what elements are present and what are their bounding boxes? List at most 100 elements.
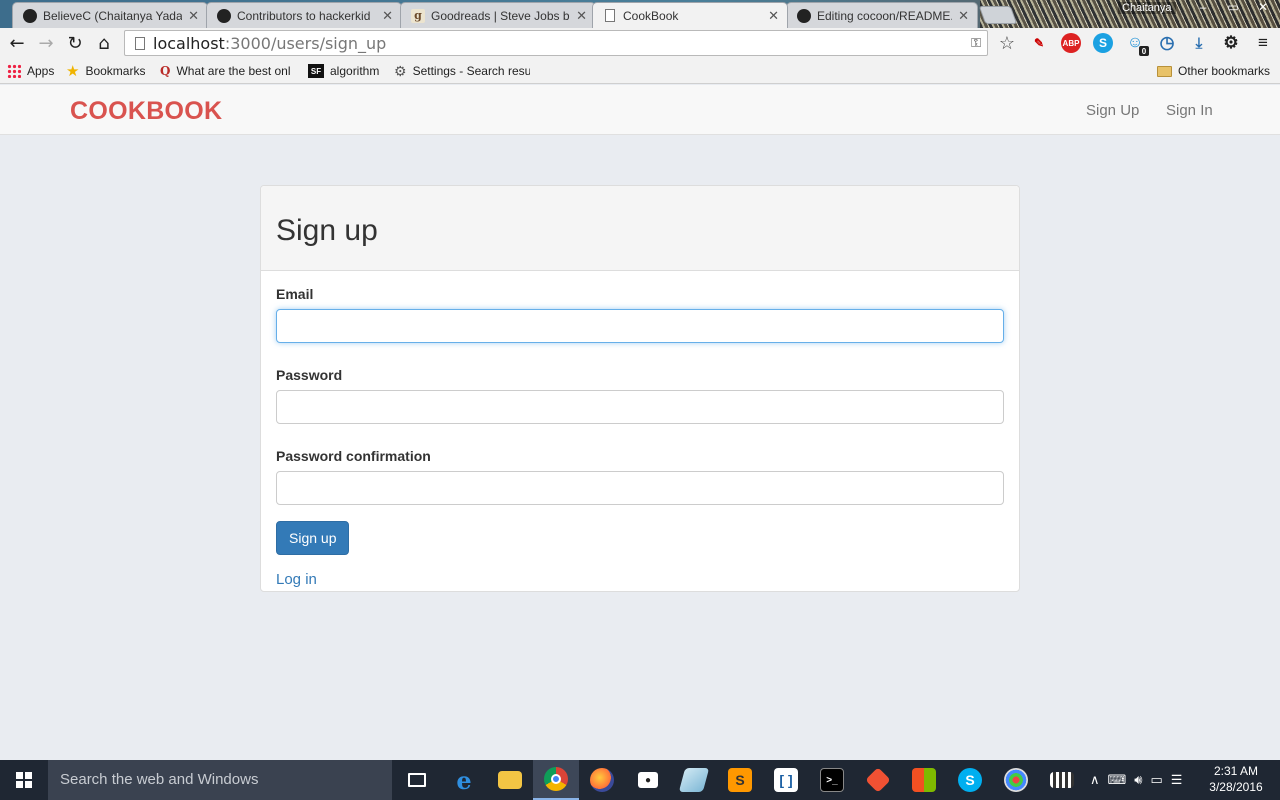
close-icon[interactable]: ✕	[188, 8, 199, 24]
sf-icon: SF	[308, 64, 324, 78]
forward-icon[interactable]: →	[34, 31, 58, 55]
close-icon[interactable]: ✕	[958, 8, 969, 24]
password-field[interactable]	[276, 390, 1004, 424]
start-button[interactable]	[0, 760, 48, 800]
clock-time: 2:31 AM	[1213, 764, 1259, 778]
sublime-icon[interactable]: S	[717, 760, 763, 800]
reload-icon[interactable]: ↻	[63, 31, 87, 55]
gear-icon: ⚙	[394, 62, 407, 79]
browser-toolbar: ← → ↻ ⌂ localhost:3000/users/sign_up ⚿ ☆…	[0, 28, 1280, 58]
home-icon[interactable]: ⌂	[92, 31, 116, 55]
profile-name[interactable]: Chaitanya	[1118, 2, 1176, 14]
chrome-icon[interactable]	[533, 760, 579, 800]
task-view-icon[interactable]	[394, 760, 440, 800]
new-tab-button[interactable]	[978, 6, 1018, 24]
notepad-icon[interactable]	[671, 760, 717, 800]
history-icon[interactable]: ◷	[1157, 33, 1177, 53]
menu-icon[interactable]: ≡	[1253, 33, 1273, 53]
page-title: Sign up	[276, 214, 378, 247]
brand-logo[interactable]: COOKBOOK	[70, 97, 222, 126]
bookmark-quora[interactable]: Q What are the best onl	[160, 62, 296, 80]
tab-cookbook[interactable]: CookBook ✕	[592, 2, 788, 28]
movie-maker-icon[interactable]	[1039, 760, 1085, 800]
email-label: Email	[276, 286, 314, 302]
close-icon[interactable]: ✕	[576, 8, 587, 24]
tab-goodreads[interactable]: g Goodreads | Steve Jobs b ✕	[400, 2, 596, 28]
download-icon[interactable]: ⤓	[1189, 33, 1209, 53]
gear-icon[interactable]: ⚙	[1221, 33, 1241, 53]
volume-icon[interactable]: 🔊︎	[1134, 772, 1142, 788]
quora-icon: Q	[160, 64, 171, 78]
maximize-icon[interactable]: ▭	[1220, 0, 1246, 14]
github-icon	[217, 8, 231, 23]
windows-store-icon[interactable]	[901, 760, 947, 800]
sign-up-button[interactable]: Sign up	[276, 521, 350, 555]
page-icon	[603, 9, 617, 23]
windows-logo-icon	[16, 772, 32, 788]
address-bar[interactable]: localhost:3000/users/sign_up ⚿	[124, 30, 988, 56]
url-text: localhost:3000/users/sign_up	[153, 33, 387, 53]
folder-icon	[1157, 65, 1172, 77]
skype-icon[interactable]: S	[947, 760, 993, 800]
page-icon	[135, 36, 145, 50]
close-window-icon[interactable]: ✕	[1250, 0, 1276, 14]
tab-title: Editing cocoon/README.r	[817, 8, 953, 23]
windows-taskbar: Search the web and Windows e ● S [ ] >_ …	[0, 760, 1280, 800]
bookmark-bookmarks[interactable]: ★ Bookmarks	[66, 62, 145, 80]
tab-title: Goodreads | Steve Jobs b	[431, 8, 570, 23]
bookmark-algorithm[interactable]: SF algorithm	[308, 62, 379, 80]
brackets-icon[interactable]: [ ]	[763, 760, 809, 800]
chevron-up-icon[interactable]: ∧	[1090, 772, 1100, 788]
bookmark-settings[interactable]: ⚙ Settings - Search resu	[394, 62, 530, 80]
adblock-icon[interactable]: ABP	[1061, 33, 1081, 53]
password-confirmation-field[interactable]	[276, 471, 1004, 505]
file-explorer-icon[interactable]	[487, 760, 533, 800]
tab-believec[interactable]: BelieveC (Chaitanya Yadav ✕	[12, 2, 208, 28]
apps-grid-icon	[7, 64, 21, 78]
signup-panel: Sign up Email Password Password confirma…	[260, 185, 1020, 592]
close-icon[interactable]: ✕	[382, 8, 393, 24]
tab-title: Contributors to hackerkid	[237, 8, 371, 23]
password-label: Password	[276, 367, 343, 383]
minimize-icon[interactable]: –	[1190, 0, 1216, 14]
battery-icon[interactable]: ▭	[1150, 772, 1162, 788]
cmd-icon[interactable]: >_	[809, 760, 855, 800]
goodreads-icon: g	[411, 8, 425, 23]
password-confirmation-label: Password confirmation	[276, 448, 431, 464]
signup-form: Email Password Password confirmation Sig…	[261, 271, 1019, 588]
tab-contributors[interactable]: Contributors to hackerkid ✕	[206, 2, 402, 28]
back-icon[interactable]: ←	[5, 31, 29, 55]
bookmark-star-icon[interactable]: ☆	[997, 33, 1017, 53]
edge-icon[interactable]: e	[441, 760, 487, 800]
email-field[interactable]	[276, 309, 1004, 343]
git-icon[interactable]	[855, 760, 901, 800]
browser-tab-strip: BelieveC (Chaitanya Yadav ✕ Contributors…	[0, 0, 1280, 28]
camera-icon[interactable]: ●	[625, 760, 671, 800]
notifications-icon[interactable]: ☰	[1171, 772, 1183, 788]
nav-sign-up-link[interactable]: Sign Up	[1086, 102, 1139, 119]
key-icon[interactable]: ⚿	[971, 35, 981, 51]
system-tray: ∧ ⌨ 🔊︎ ▭ ☰	[1090, 760, 1182, 800]
star-icon: ★	[66, 63, 80, 80]
panel-heading: Sign up	[261, 186, 1019, 271]
other-bookmarks[interactable]: Other bookmarks	[1157, 62, 1270, 80]
tab-title: CookBook	[623, 8, 679, 23]
tab-title: BelieveC (Chaitanya Yadav	[43, 8, 183, 23]
skype-icon[interactable]: S	[1093, 33, 1113, 53]
paint-icon[interactable]	[993, 760, 1039, 800]
app-navbar: COOKBOOK Sign Up Sign In	[0, 85, 1280, 135]
close-icon[interactable]: ✕	[768, 8, 779, 24]
bookmark-apps[interactable]: Apps	[7, 62, 54, 80]
network-icon[interactable]: ⌨	[1108, 772, 1127, 788]
github-icon	[23, 8, 37, 23]
taskbar-search[interactable]: Search the web and Windows	[48, 760, 392, 800]
github-icon	[797, 8, 811, 23]
taskbar-clock[interactable]: 2:31 AM 3/28/2016	[1204, 763, 1268, 795]
nav-sign-in-link[interactable]: Sign In	[1166, 102, 1213, 119]
window-controls: – ▭ ✕	[1190, 0, 1276, 14]
tab-editing-cocoon[interactable]: Editing cocoon/README.r ✕	[786, 2, 978, 28]
log-in-link[interactable]: Log in	[276, 571, 1004, 588]
clock-date: 3/28/2016	[1209, 780, 1263, 794]
extension-red-icon[interactable]: ✎	[1029, 33, 1049, 53]
firefox-icon[interactable]	[579, 760, 625, 800]
